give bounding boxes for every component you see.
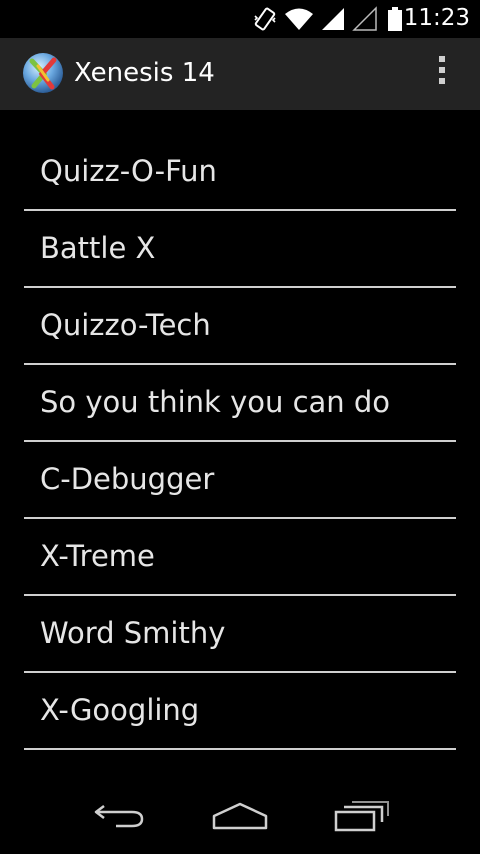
signal-empty-icon [352, 6, 377, 31]
signal-icon [322, 8, 344, 30]
list-item-c-debugger[interactable]: C-Debugger [24, 442, 456, 519]
vibrate-icon [254, 7, 276, 31]
back-icon[interactable] [90, 798, 150, 834]
screen: 11:23 Xenesis 14 Quizz-O-Fun Battle X Qu… [0, 0, 480, 854]
overflow-menu-icon[interactable] [434, 56, 450, 94]
wifi-icon [285, 8, 313, 30]
navigation-bar [0, 784, 480, 854]
menu-list: Quizz-O-Fun Battle X Quizzo-Tech So you … [24, 134, 456, 750]
list-item-word-smithy[interactable]: Word Smithy [24, 596, 456, 673]
list-item-quizz-o-fun[interactable]: Quizz-O-Fun [24, 134, 456, 211]
overflow-dot [439, 78, 445, 84]
clock: 11:23 [403, 5, 470, 31]
list-item-battle-x[interactable]: Battle X [24, 211, 456, 288]
app-title: Xenesis 14 [74, 58, 215, 88]
battery-icon [388, 7, 402, 31]
list-item-x-googling[interactable]: X-Googling [24, 673, 456, 750]
xenesis-logo-icon[interactable] [22, 52, 64, 94]
list-item-so-you-think[interactable]: So you think you can do [24, 365, 456, 442]
action-bar: Xenesis 14 [0, 38, 480, 110]
list-item-quizzo-tech[interactable]: Quizzo-Tech [24, 288, 456, 365]
list-item-x-treme[interactable]: X-Treme [24, 519, 456, 596]
home-icon[interactable] [210, 798, 270, 834]
overflow-dot [439, 56, 445, 62]
status-bar: 11:23 [0, 0, 480, 38]
recents-icon[interactable] [332, 798, 392, 834]
overflow-dot [439, 67, 445, 73]
